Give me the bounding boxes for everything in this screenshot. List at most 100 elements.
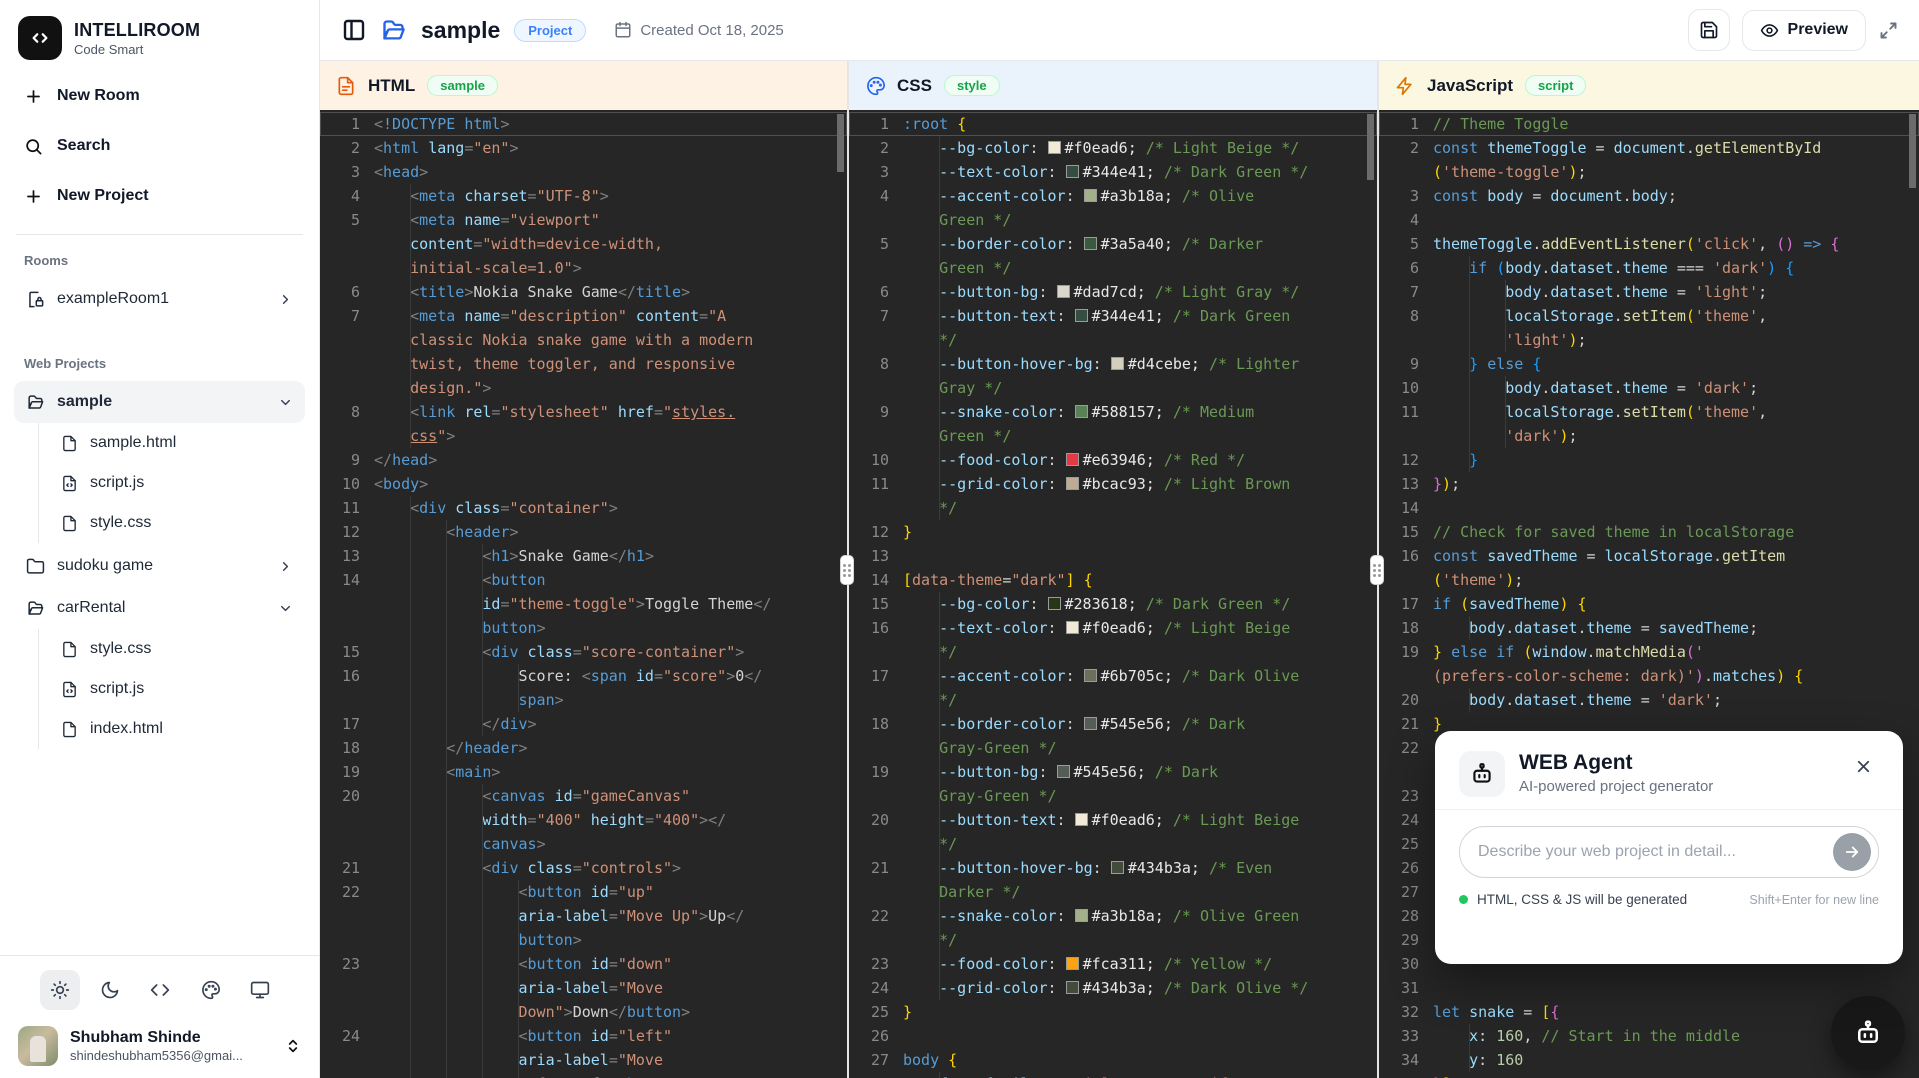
file-item-index-html[interactable]: index.html — [53, 709, 305, 749]
room-item-exampleRoom1[interactable]: exampleRoom1 — [14, 278, 305, 320]
profile-menu[interactable]: Shubham Shinde shindeshubham5356@gmai... — [18, 1026, 301, 1066]
file-name: style.css — [90, 640, 151, 658]
theme-palette-button[interactable] — [190, 970, 230, 1010]
search-button[interactable]: Search — [14, 124, 305, 168]
project-item-sudoku-game[interactable]: sudoku game — [14, 545, 305, 587]
fullscreen-button[interactable] — [1878, 20, 1899, 41]
web-agent-fab[interactable] — [1831, 996, 1905, 1070]
sidebar-menu: New Room Search New Project — [14, 74, 305, 224]
js-file-badge: script — [1525, 75, 1586, 96]
project-name: sudoku game — [57, 557, 153, 575]
agent-hint: Shift+Enter for new line — [1749, 893, 1879, 907]
css-scrollbar[interactable] — [1367, 114, 1374, 180]
file-item-script-js[interactable]: script.js — [53, 669, 305, 709]
preview-button[interactable]: Preview — [1742, 10, 1866, 51]
plus-icon — [24, 87, 43, 106]
sidebar-footer: Shubham Shinde shindeshubham5356@gmai... — [0, 955, 319, 1078]
js-zap-icon — [1395, 76, 1415, 96]
theme-switcher — [18, 970, 301, 1010]
project-carRental-files: style.css script.js index.html — [38, 629, 305, 749]
palette-icon — [200, 980, 220, 1000]
agent-prompt-input[interactable] — [1478, 843, 1823, 861]
file-name: script.js — [90, 474, 144, 492]
editor-panels: HTML sample 1<!DOCTYPE html>2<html lang=… — [320, 61, 1919, 1078]
main-area: sample Project Created Oct 18, 2025 Prev… — [320, 0, 1919, 1078]
css-palette-icon — [865, 76, 885, 96]
plus-icon — [24, 187, 43, 206]
save-button[interactable] — [1688, 9, 1730, 51]
file-item-style-css[interactable]: style.css — [53, 629, 305, 669]
toggle-sidebar-button[interactable] — [342, 18, 366, 42]
chevron-down-icon[interactable] — [278, 395, 293, 410]
file-item-style-css[interactable]: style.css — [53, 503, 305, 543]
project-sample-files: sample.html script.js style.css — [38, 423, 305, 543]
file-code-icon — [61, 475, 78, 492]
html-file-icon — [336, 76, 356, 96]
panel-resize-handle-2[interactable] — [1370, 555, 1384, 585]
theme-light-button[interactable] — [40, 970, 80, 1010]
chevrons-up-down-icon — [285, 1038, 301, 1054]
created-date-label: Created Oct 18, 2025 — [640, 22, 783, 39]
js-panel-label: JavaScript — [1427, 76, 1513, 96]
agent-input-wrap — [1459, 826, 1879, 878]
search-label: Search — [57, 137, 110, 155]
code-icon — [150, 980, 170, 1000]
theme-code-button[interactable] — [140, 970, 180, 1010]
arrow-right-icon — [1843, 843, 1861, 861]
html-scrollbar[interactable] — [837, 114, 844, 172]
theme-dark-button[interactable] — [90, 970, 130, 1010]
sidebar: INTELLIROOM Code Smart New Room Search N… — [0, 0, 320, 1078]
new-room-label: New Room — [57, 87, 140, 105]
file-icon — [61, 515, 78, 532]
panel-left-icon — [342, 18, 366, 42]
theme-system-button[interactable] — [240, 970, 280, 1010]
chevron-right-icon[interactable] — [278, 292, 293, 307]
file-name: index.html — [90, 720, 163, 738]
chevron-down-icon[interactable] — [278, 601, 293, 616]
new-room-button[interactable]: New Room — [14, 74, 305, 118]
html-panel: HTML sample 1<!DOCTYPE html>2<html lang=… — [320, 61, 847, 1078]
html-panel-header: HTML sample — [320, 61, 847, 110]
agent-note: HTML, CSS & JS will be generated — [1477, 892, 1687, 907]
file-item-script-js[interactable]: script.js — [53, 463, 305, 503]
top-header: sample Project Created Oct 18, 2025 Prev… — [320, 0, 1919, 61]
expand-icon — [1878, 20, 1899, 41]
html-panel-label: HTML — [368, 76, 415, 96]
panel-resize-handle-1[interactable] — [840, 555, 854, 585]
project-item-carRental[interactable]: carRental — [14, 587, 305, 629]
html-editor[interactable]: 1<!DOCTYPE html>2<html lang="en">3<head>… — [320, 110, 847, 1078]
agent-subtitle: AI-powered project generator — [1519, 778, 1713, 795]
project-item-sample[interactable]: sample — [14, 381, 305, 423]
folder-icon — [26, 557, 45, 576]
folder-open-icon — [26, 393, 45, 412]
file-icon — [61, 721, 78, 738]
file-item-sample-html[interactable]: sample.html — [53, 423, 305, 463]
room-lock-icon — [26, 290, 45, 309]
project-name: carRental — [57, 599, 125, 617]
chevron-right-icon[interactable] — [278, 559, 293, 574]
page-title: sample — [421, 17, 500, 44]
web-agent-card: WEB Agent AI-powered project generator — [1435, 731, 1903, 964]
send-button[interactable] — [1833, 833, 1871, 871]
save-icon — [1699, 20, 1719, 40]
js-scrollbar[interactable] — [1909, 114, 1916, 188]
app-title: INTELLIROOM — [74, 20, 200, 41]
css-panel-label: CSS — [897, 76, 932, 96]
grip-dots-icon — [1373, 564, 1381, 577]
moon-icon — [100, 980, 120, 1000]
css-editor[interactable]: 1:root {2 --bg-color: #f0ead6; /* Light … — [849, 110, 1377, 1078]
new-project-button[interactable]: New Project — [14, 174, 305, 218]
search-icon — [24, 137, 43, 156]
folder-open-icon — [26, 599, 45, 618]
file-name: script.js — [90, 680, 144, 698]
app-root: INTELLIROOM Code Smart New Room Search N… — [0, 0, 1919, 1078]
html-file-badge: sample — [427, 75, 498, 96]
room-name: exampleRoom1 — [57, 290, 169, 308]
robot-icon — [1853, 1018, 1883, 1048]
file-icon — [61, 641, 78, 658]
app-logo-icon — [18, 16, 62, 60]
close-icon[interactable] — [1848, 751, 1879, 785]
calendar-icon — [614, 21, 632, 39]
sun-icon — [50, 980, 70, 1000]
avatar — [18, 1026, 58, 1066]
